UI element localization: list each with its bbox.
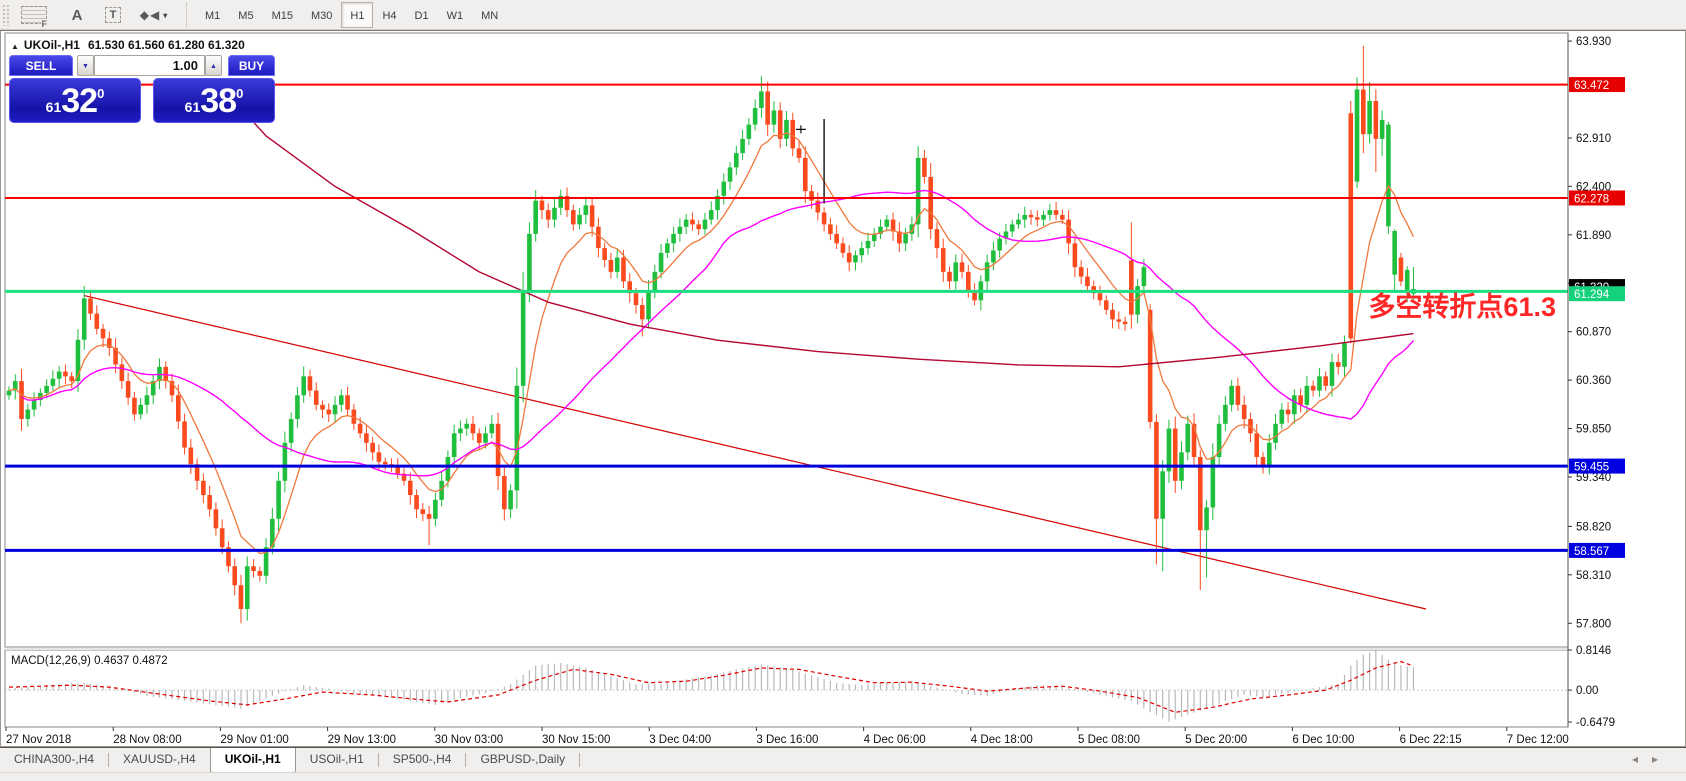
ohlc-values: 61.530 61.560 61.280 61.320 [87, 38, 245, 52]
fibo-grid-icon[interactable]: F [14, 3, 54, 29]
tab-ukoil[interactable]: UKOil-,H1 [209, 748, 296, 773]
time-tick-label: 7 Dec 12:00 [1507, 734, 1569, 746]
price-badge-label: 59.455 [1574, 462, 1609, 474]
symbol-name: UKOil-,H1 [23, 38, 80, 52]
sell-button[interactable]: SELL [9, 55, 73, 76]
buy-price-sup: 0 [236, 86, 244, 101]
buy-button[interactable]: BUY [228, 55, 275, 76]
price-badge-label: 63.472 [1574, 80, 1609, 92]
tab-xauusd[interactable]: XAUUSD-,H4 [109, 748, 210, 773]
time-tick-label: 5 Dec 08:00 [1078, 734, 1140, 746]
buy-price-small: 61 [184, 98, 201, 115]
volume-increase-button[interactable]: ▲ [205, 55, 222, 76]
time-tick-label: 28 Nov 08:00 [113, 734, 181, 746]
tf-button-h4[interactable]: H4 [373, 2, 405, 28]
price-tick-label: 59.340 [1576, 472, 1611, 484]
price-axis: 63.93062.91062.40061.89061.38060.87060.3… [1568, 36, 1625, 630]
toolbar: F A T ◆◀ ▾ M1 M5 M15 M30 H1 H4 D1 W1 MN [0, 0, 1686, 30]
buy-price-big: 38 [200, 81, 237, 120]
tab-scroll-arrows[interactable]: ◂▸ [1632, 752, 1672, 766]
tab-sp500[interactable]: SP500-,H4 [379, 748, 466, 773]
chart-annotation-text[interactable]: 多空转折点61.3 [1156, 285, 1556, 324]
tab-scroll-left-icon: ◂ [1631, 752, 1652, 766]
price-badge-label: 62.278 [1574, 193, 1609, 205]
tf-button-m5[interactable]: M5 [229, 2, 262, 28]
tf-button-m15[interactable]: M15 [263, 2, 302, 28]
time-tick-label: 4 Dec 18:00 [971, 734, 1033, 746]
tab-scroll-right-icon: ▸ [1651, 752, 1672, 766]
time-axis: 27 Nov 2018 28 Nov 08:00 29 Nov 01:00 29 No… [5, 727, 1569, 746]
tf-button-m30[interactable]: M30 [302, 2, 341, 28]
pane-divider[interactable] [5, 648, 1568, 650]
sell-price-panel[interactable]: 61 32 0 [9, 78, 141, 123]
price-tick-label: 62.910 [1576, 133, 1611, 145]
tab-usoil[interactable]: USOil-,H1 [296, 748, 378, 773]
volume-input[interactable]: 1.00 [94, 55, 205, 76]
time-tick-label: 29 Nov 13:00 [328, 734, 396, 746]
price-tick-label: 60.360 [1576, 375, 1611, 387]
tab-separator [579, 752, 581, 767]
tf-button-m1[interactable]: M1 [196, 2, 229, 28]
price-tick-label: 60.870 [1576, 327, 1611, 339]
price-tick-label: 58.310 [1576, 570, 1611, 582]
chart-tab-bar: CHINA300-,H4 XAUUSD-,H4 UKOil-,H1 USOil-,H1… [0, 747, 1686, 773]
price-tick-label: 61.890 [1576, 230, 1611, 242]
sell-price-sup: 0 [97, 86, 105, 101]
time-tick-label: 6 Dec 10:00 [1292, 734, 1354, 746]
text-label-icon[interactable]: A [62, 3, 92, 27]
tf-button-w1[interactable]: W1 [438, 2, 473, 28]
text-box-icon[interactable]: T [98, 3, 128, 27]
time-tick-label: 27 Nov 2018 [6, 734, 71, 746]
symbol-header: ▲ UKOil-,H1 61.530 61.560 61.280 61.320 [11, 38, 245, 52]
price-tick-label: 58.820 [1576, 521, 1611, 533]
price-tick-label: 57.800 [1576, 618, 1611, 630]
time-tick-label: 30 Nov 03:00 [435, 734, 503, 746]
price-tick-label: 59.850 [1576, 424, 1611, 436]
tf-button-mn[interactable]: MN [472, 2, 507, 28]
macd-tick-label: 0.8146 [1576, 645, 1611, 657]
macd-tick-label: -0.6479 [1576, 717, 1615, 729]
chart-surface[interactable]: 63.93062.91062.40061.89061.38060.87060.3… [1, 31, 1686, 748]
chart-window: 63.93062.91062.40061.89061.38060.87060.3… [0, 30, 1686, 747]
time-tick-label: 4 Dec 06:00 [864, 734, 926, 746]
macd-label: MACD(12,26,9) 0.4637 0.4872 [11, 655, 168, 667]
time-tick-label: 29 Nov 01:00 [220, 734, 288, 746]
timeframe-group: M1 M5 M15 M30 H1 H4 D1 W1 MN [196, 2, 507, 28]
time-tick-label: 3 Dec 16:00 [756, 734, 818, 746]
sell-price-small: 61 [45, 98, 62, 115]
tf-button-d1[interactable]: D1 [406, 2, 438, 28]
time-tick-label: 30 Nov 15:00 [542, 734, 610, 746]
terminal-window: F A T ◆◀ ▾ M1 M5 M15 M30 H1 H4 D1 W1 MN 6… [0, 0, 1686, 781]
volume-decrease-button[interactable]: ▼ [77, 55, 94, 76]
price-tick-label: 63.930 [1576, 36, 1611, 48]
sell-price-big: 32 [61, 81, 98, 120]
price-badge-label: 58.567 [1574, 546, 1609, 558]
tab-gbpusd[interactable]: GBPUSD-,Daily [466, 748, 579, 773]
macd-tick-label: 0.00 [1576, 685, 1598, 697]
toolbar-grip[interactable] [2, 4, 10, 26]
time-tick-label: 3 Dec 04:00 [649, 734, 711, 746]
time-tick-label: 6 Dec 22:15 [1400, 734, 1462, 746]
arrows-icon[interactable]: ◆◀ ▾ [134, 3, 174, 27]
time-tick-label: 5 Dec 20:00 [1185, 734, 1247, 746]
one-click-trade-panel: SELL ▼ 1.00 ▲ BUY 61 32 0 61 38 0 [9, 55, 275, 123]
tab-china300[interactable]: CHINA300-,H4 [0, 748, 108, 773]
tf-button-h1[interactable]: H1 [341, 2, 374, 28]
collapse-icon[interactable]: ▲ [11, 42, 19, 51]
status-bar [0, 772, 1686, 781]
fibo-grid-glyph: F [21, 6, 48, 29]
toolbar-separator [186, 3, 187, 27]
price-badge-label: 61.294 [1574, 289, 1610, 301]
buy-price-panel[interactable]: 61 38 0 [153, 78, 275, 123]
chevron-down-icon: ▾ [163, 10, 169, 20]
